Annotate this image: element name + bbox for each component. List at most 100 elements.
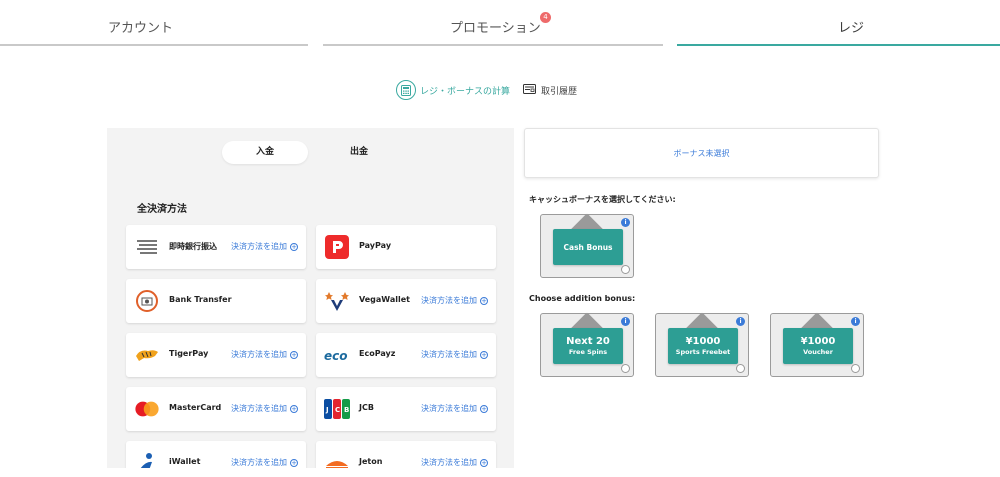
plus-circle-icon: + (290, 404, 298, 413)
tab-cashier[interactable]: レジ (677, 0, 1000, 46)
plus-circle-icon: + (480, 350, 488, 359)
radio-button[interactable] (736, 364, 745, 373)
selected-bonus-box[interactable]: ボーナス未選択 (524, 128, 879, 178)
addition-bonus-card-voucher[interactable]: ¥1000 Voucher i (770, 312, 864, 377)
top-tabs: アカウント プロモーション 4 レジ (0, 0, 1000, 48)
deposit-withdraw-toggle: 入金 出金 (222, 141, 412, 164)
radio-button[interactable] (851, 364, 860, 373)
tab-promotion-label: プロモーション (450, 21, 541, 36)
tab-account-label: アカウント (108, 21, 174, 36)
bonus-amount: ¥1000 (685, 335, 721, 347)
bonus-title: Cash Bonus (563, 242, 613, 252)
cash-bonus-heading: キャッシュボーナスを選択してください: (529, 195, 676, 204)
method-vegawallet[interactable]: VegaWallet 決済方法を追加 + (316, 279, 496, 323)
method-paypay[interactable]: PayPay (316, 225, 496, 269)
addition-bonus-card-sports-freebet[interactable]: ¥1000 Sports Freebet i (655, 312, 749, 377)
add-method-label: 決済方法を追加 (231, 404, 287, 413)
bonus-ticket: Cash Bonus (553, 229, 623, 265)
vegawallet-icon (324, 289, 350, 313)
plus-circle-icon: + (480, 404, 488, 413)
addition-bonus-card-free-spins[interactable]: Next 20 Free Spins i (540, 312, 634, 377)
cash-bonus-card[interactable]: Cash Bonus i (540, 213, 634, 278)
transaction-history-link[interactable]: 取引履歴 (523, 84, 577, 97)
bonus-type: Voucher (803, 347, 833, 356)
bonus-ticket: ¥1000 Voucher (783, 328, 853, 364)
add-method-label: 決済方法を追加 (421, 404, 477, 413)
tab-promotion[interactable]: プロモーション 4 (323, 0, 663, 46)
method-iwallet[interactable]: iWallet 決済方法を追加 + (126, 441, 306, 468)
bonus-amount: ¥1000 (800, 335, 836, 347)
method-bank-transfer[interactable]: Bank Transfer (126, 279, 306, 323)
method-name: Jeton (359, 457, 383, 466)
bonus-type: Sports Freebet (675, 347, 731, 356)
add-method-label: 決済方法を追加 (231, 458, 287, 467)
info-icon[interactable]: i (851, 317, 860, 326)
add-method-label: 決済方法を追加 (421, 350, 477, 359)
receipt-icon (523, 84, 536, 97)
payment-methods-panel: 入金 出金 全決済方法 即時銀行振込 決済方法を追加 + PayPay Bank … (107, 128, 514, 468)
add-method-link[interactable]: 決済方法を追加 + (421, 457, 488, 468)
no-bonus-selected-text: ボーナス未選択 (673, 149, 730, 158)
plus-circle-icon: + (290, 242, 298, 251)
add-method-link[interactable]: 決済方法を追加 + (231, 457, 298, 468)
method-name: EcoPayz (359, 349, 396, 358)
method-name: PayPay (359, 241, 392, 250)
method-jcb[interactable]: JCB JCB 決済方法を追加 + (316, 387, 496, 431)
info-icon[interactable]: i (621, 218, 630, 227)
method-jeton[interactable]: Jeton 決済方法を追加 + (316, 441, 496, 468)
add-method-link[interactable]: 決済方法を追加 + (421, 403, 488, 414)
bonus-calculator-link[interactable]: レジ・ボーナスの計算 (396, 80, 510, 100)
plus-circle-icon: + (480, 458, 488, 467)
transaction-history-label: 取引履歴 (541, 87, 578, 97)
info-icon[interactable]: i (736, 317, 745, 326)
svg-text:C: C (335, 406, 340, 414)
method-name: iWallet (169, 457, 201, 466)
section-title: 全決済方法 (137, 204, 187, 215)
bonus-amount: Next 20 (566, 335, 610, 347)
mastercard-icon (134, 397, 160, 421)
promotion-count-badge: 4 (540, 12, 551, 23)
bank-transfer-icon (134, 289, 160, 313)
add-method-label: 決済方法を追加 (231, 242, 287, 251)
tab-underline-active (677, 44, 1000, 46)
bonus-calculator-label: レジ・ボーナスの計算 (420, 86, 511, 97)
tab-underline (0, 44, 308, 46)
bonus-type: Free Spins (568, 347, 608, 356)
method-name: TigerPay (169, 349, 209, 358)
add-method-label: 決済方法を追加 (421, 458, 477, 467)
info-icon[interactable]: i (621, 317, 630, 326)
svg-text:eco: eco (324, 349, 348, 362)
sub-navigation: レジ・ボーナスの計算 取引履歴 (0, 80, 1000, 102)
ecopayz-icon: eco (324, 343, 350, 367)
radio-button[interactable] (621, 265, 630, 274)
bank-lines-icon (134, 235, 160, 259)
plus-circle-icon: + (290, 458, 298, 467)
method-ecopayz[interactable]: eco EcoPayz 決済方法を追加 + (316, 333, 496, 377)
method-name: Bank Transfer (169, 295, 232, 304)
plus-circle-icon: + (480, 296, 488, 305)
radio-button[interactable] (621, 364, 630, 373)
svg-text:B: B (344, 406, 349, 414)
withdraw-button[interactable]: 出金 (316, 141, 402, 164)
method-tigerpay[interactable]: TigerPay 決済方法を追加 + (126, 333, 306, 377)
deposit-button[interactable]: 入金 (222, 141, 308, 164)
method-name: VegaWallet (359, 295, 410, 304)
method-name: 即時銀行振込 (169, 242, 217, 251)
add-method-label: 決済方法を追加 (421, 296, 477, 305)
tab-underline (323, 44, 663, 46)
add-method-link[interactable]: 決済方法を追加 + (231, 241, 298, 252)
add-method-link[interactable]: 決済方法を追加 + (231, 403, 298, 414)
svg-text:J: J (325, 406, 329, 414)
method-mastercard[interactable]: MasterCard 決済方法を追加 + (126, 387, 306, 431)
jcb-icon: JCB (324, 397, 350, 421)
add-method-link[interactable]: 決済方法を追加 + (231, 349, 298, 360)
tab-account[interactable]: アカウント (0, 0, 308, 46)
add-method-link[interactable]: 決済方法を追加 + (421, 295, 488, 306)
iwallet-icon (134, 451, 160, 468)
method-instant-bank[interactable]: 即時銀行振込 決済方法を追加 + (126, 225, 306, 269)
add-method-link[interactable]: 決済方法を追加 + (421, 349, 488, 360)
calculator-icon (396, 80, 416, 100)
tab-cashier-label: レジ (838, 21, 865, 36)
method-name: MasterCard (169, 403, 222, 412)
tigerpay-icon (134, 343, 160, 367)
